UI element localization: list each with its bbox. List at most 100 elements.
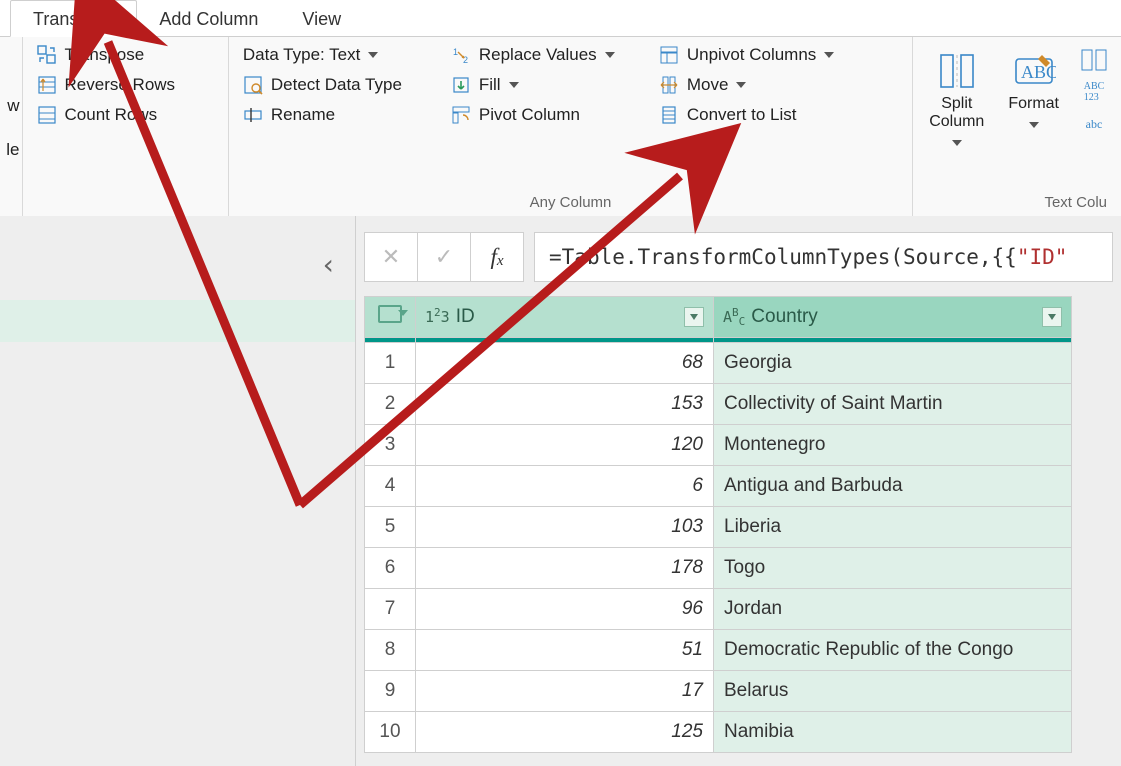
cmd-move[interactable]: Move: [655, 73, 885, 97]
row-number: 10: [365, 712, 416, 753]
queries-selection[interactable]: [0, 300, 355, 342]
editor-main: ✕ ✓ fx = Table.TransformColumnTypes (Sou…: [356, 216, 1121, 766]
cmd-count-rows[interactable]: Count Rows: [33, 103, 180, 127]
cell-id[interactable]: 17: [416, 671, 714, 712]
cell-id[interactable]: 120: [416, 425, 714, 466]
grid-corner-icon: [378, 305, 402, 323]
int-type-icon: 123: [425, 308, 450, 326]
cell-id[interactable]: 6: [416, 466, 714, 507]
cell-id[interactable]: 68: [416, 343, 714, 384]
cell-country[interactable]: Antigua and Barbuda: [714, 466, 1072, 507]
cmd-split-column[interactable]: Split Column: [923, 43, 990, 151]
cmd-parse[interactable]: abc: [1077, 111, 1111, 137]
cell-country[interactable]: Namibia: [714, 712, 1072, 753]
cmd-count-rows-label: Count Rows: [65, 105, 158, 125]
formula-str: "ID": [1017, 245, 1068, 269]
table-row[interactable]: 6178Togo: [365, 548, 1072, 589]
cmd-detect-label: Detect Data Type: [271, 75, 402, 95]
column-id-filter-icon[interactable]: [684, 307, 704, 327]
column-header-country-label: Country: [751, 306, 818, 328]
formula-fn: Table.TransformColumnTypes: [562, 245, 891, 269]
cell-id[interactable]: 153: [416, 384, 714, 425]
queries-pane: ‹: [0, 216, 356, 766]
cmd-fill[interactable]: Fill: [447, 73, 647, 97]
cell-country[interactable]: Jordan: [714, 589, 1072, 630]
fragment-le: le: [0, 131, 20, 169]
cmd-convert-label: Convert to List: [687, 105, 797, 125]
rename-icon: [243, 105, 263, 125]
cell-country[interactable]: Belarus: [714, 671, 1072, 712]
cmd-merge-columns[interactable]: [1077, 47, 1111, 73]
table-row[interactable]: 851Democratic Republic of the Congo: [365, 630, 1072, 671]
cmd-rename[interactable]: Rename: [239, 103, 439, 127]
cmd-reverse-rows-label: Reverse Rows: [65, 75, 176, 95]
row-number: 2: [365, 384, 416, 425]
tab-transform[interactable]: Transform: [10, 0, 137, 37]
cmd-format-label: Format: [1008, 95, 1059, 113]
cmd-detect-data-type[interactable]: Detect Data Type: [239, 73, 439, 97]
content: ‹ ✕ ✓ fx = Table.TransformColumnTypes (S…: [0, 216, 1121, 766]
cmd-pivot-column[interactable]: Pivot Column: [447, 103, 647, 127]
cmd-format[interactable]: ABC Format: [1002, 43, 1065, 151]
row-number: 8: [365, 630, 416, 671]
column-header-country[interactable]: ABC Country: [714, 297, 1072, 338]
cmd-convert-to-list[interactable]: Convert to List: [655, 103, 885, 127]
convert-to-list-icon: [659, 105, 679, 125]
table-row[interactable]: 46Antigua and Barbuda: [365, 466, 1072, 507]
formula-bar: ✕ ✓ fx = Table.TransformColumnTypes (Sou…: [356, 216, 1121, 296]
row-number: 7: [365, 589, 416, 630]
column-header-id[interactable]: 123 ID: [416, 297, 714, 338]
collapse-queries-icon[interactable]: ‹: [320, 248, 337, 281]
format-dropdown-icon: [1029, 115, 1039, 133]
extract-icon: ABC123: [1081, 81, 1107, 103]
table-row[interactable]: 2153Collectivity of Saint Martin: [365, 384, 1072, 425]
count-rows-icon: [37, 105, 57, 125]
cell-country[interactable]: Collectivity of Saint Martin: [714, 384, 1072, 425]
cell-id[interactable]: 103: [416, 507, 714, 548]
table-row[interactable]: 5103Liberia: [365, 507, 1072, 548]
formula-input[interactable]: = Table.TransformColumnTypes (Source,{{ …: [534, 232, 1113, 282]
table-row[interactable]: 796Jordan: [365, 589, 1072, 630]
tab-add-column[interactable]: Add Column: [137, 1, 280, 36]
cell-id[interactable]: 178: [416, 548, 714, 589]
table-row[interactable]: 917Belarus: [365, 671, 1072, 712]
column-country-filter-icon[interactable]: [1042, 307, 1062, 327]
formula-cancel-button[interactable]: ✕: [365, 233, 418, 281]
group-any-column: Data Type: Text Detect Data Type Rename: [229, 37, 913, 217]
group-table-label: [33, 209, 218, 215]
cell-country[interactable]: Democratic Republic of the Congo: [714, 630, 1072, 671]
formula-fx-icon[interactable]: fx: [471, 233, 523, 281]
parse-icon: abc: [1081, 113, 1107, 135]
svg-text:1: 1: [453, 47, 458, 57]
cell-country[interactable]: Liberia: [714, 507, 1072, 548]
unpivot-icon: [659, 45, 679, 65]
group-any-column-label: Any Column: [239, 192, 902, 215]
table-row[interactable]: 10125Namibia: [365, 712, 1072, 753]
column-header-id-label: ID: [456, 306, 475, 328]
cmd-data-type[interactable]: Data Type: Text: [239, 43, 439, 67]
transpose-icon: [37, 45, 57, 65]
formula-buttons: ✕ ✓ fx: [364, 232, 524, 282]
fill-icon: [451, 75, 471, 95]
cmd-replace-values[interactable]: 12 Replace Values: [447, 43, 647, 67]
cmd-extract[interactable]: ABC123: [1077, 79, 1111, 105]
table-row[interactable]: 168Georgia: [365, 343, 1072, 384]
data-grid: 123 ID ABC Country: [364, 296, 1072, 753]
cmd-transpose[interactable]: Transpose: [33, 43, 180, 67]
format-icon: ABC: [1012, 49, 1056, 93]
cell-country[interactable]: Togo: [714, 548, 1072, 589]
grid-corner[interactable]: [365, 297, 416, 338]
tab-view[interactable]: View: [280, 1, 363, 36]
fragment-top: [0, 43, 20, 81]
cmd-unpivot-columns[interactable]: Unpivot Columns: [655, 43, 885, 67]
cell-id[interactable]: 96: [416, 589, 714, 630]
cell-country[interactable]: Montenegro: [714, 425, 1072, 466]
cell-id[interactable]: 51: [416, 630, 714, 671]
cmd-reverse-rows[interactable]: Reverse Rows: [33, 73, 180, 97]
row-number: 6: [365, 548, 416, 589]
cell-id[interactable]: 125: [416, 712, 714, 753]
cell-country[interactable]: Georgia: [714, 343, 1072, 384]
table-row[interactable]: 3120Montenegro: [365, 425, 1072, 466]
ribbon-tabs: Transform Add Column View: [0, 0, 1121, 37]
formula-commit-button[interactable]: ✓: [418, 233, 471, 281]
